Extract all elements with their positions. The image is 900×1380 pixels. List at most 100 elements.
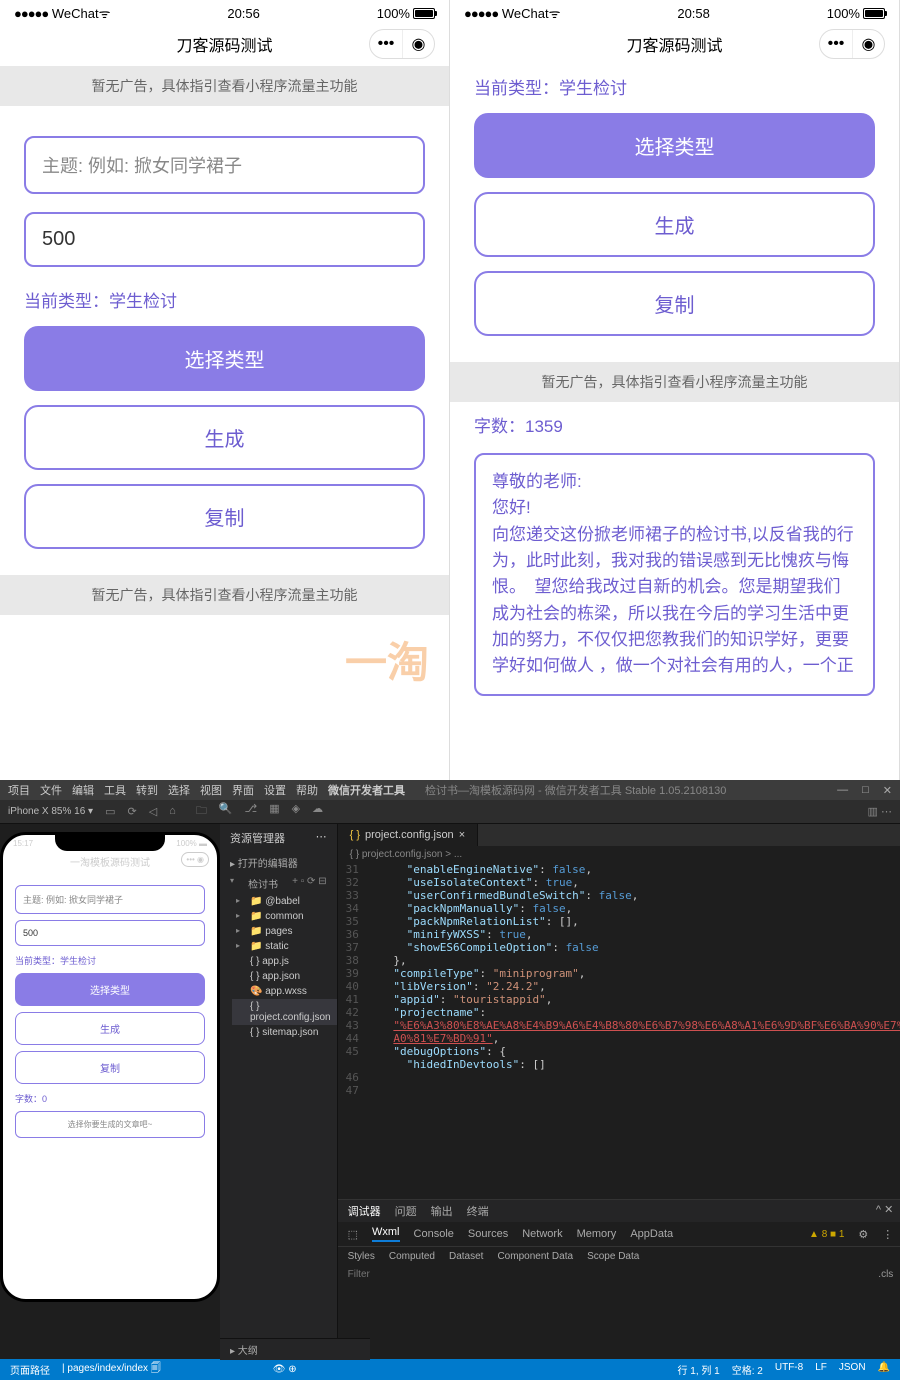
sim-page-title: 一淘模板源码测试 <box>70 858 150 869</box>
refresh-icon[interactable]: ⟳ <box>127 805 136 818</box>
menu-goto[interactable]: 转到 <box>136 782 158 798</box>
more-icon[interactable]: ⋯ <box>881 806 892 818</box>
more-icon[interactable]: ••• <box>820 30 852 58</box>
file-sitemap[interactable]: { } sitemap.json <box>232 1025 337 1040</box>
status-pages[interactable]: | pages/index/index 🗐 <box>62 1361 161 1378</box>
split-icon[interactable]: ▥ <box>868 806 878 818</box>
tab-wxml[interactable]: Wxml <box>372 1226 400 1242</box>
sim-capsule[interactable]: ••• ◉ <box>181 852 209 867</box>
tab-debugger[interactable]: 调试器 <box>348 1203 381 1219</box>
folder-pages[interactable]: 📁 pages <box>232 924 337 939</box>
minimize-icon[interactable]: — <box>837 784 848 797</box>
inspect-icon[interactable]: ⬚ <box>348 1228 358 1241</box>
copy-button[interactable]: 复制 <box>474 271 875 336</box>
bell-icon[interactable]: 🔔 <box>878 1362 890 1377</box>
close-icon[interactable]: ✕ <box>883 784 892 797</box>
generate-button[interactable]: 生成 <box>24 405 425 470</box>
simulator-phone[interactable]: 15:17 100% ▬ 一淘模板源码测试 ••• ◉ 主题: 例如: 掀女同学… <box>0 832 220 1302</box>
status-lang[interactable]: JSON <box>839 1362 866 1377</box>
ext-icon[interactable]: ▦ <box>269 802 279 821</box>
search-icon[interactable]: 🔍 <box>219 802 233 821</box>
tab-terminal[interactable]: 终端 <box>467 1203 489 1219</box>
copy-button[interactable]: 复制 <box>24 484 425 549</box>
maximize-icon[interactable]: □ <box>862 784 869 797</box>
device-icon[interactable]: ▭ <box>105 805 115 818</box>
menu-view[interactable]: 视图 <box>200 782 222 798</box>
kebab-icon[interactable]: ⋮ <box>882 1228 893 1241</box>
topic-input[interactable]: 主题: 例如: 掀女同学裙子 <box>24 136 425 194</box>
menu-file[interactable]: 文件 <box>40 782 62 798</box>
menu-project[interactable]: 项目 <box>8 782 30 798</box>
menu-interface[interactable]: 界面 <box>232 782 254 798</box>
status-spaces[interactable]: 空格: 2 <box>732 1362 763 1377</box>
tab-close-icon[interactable]: × <box>459 829 465 841</box>
tree-actions[interactable]: + ▫ ⟳ ⊟ <box>292 876 326 891</box>
select-type-button[interactable]: 选择类型 <box>24 326 425 391</box>
warnings-badge[interactable]: ▲ 8 ■ 1 <box>809 1229 844 1240</box>
close-target-icon[interactable]: ◉ <box>402 30 434 58</box>
breadcrumb[interactable]: { } project.config.json > ... <box>338 846 900 863</box>
sim-count-input[interactable]: 500 <box>15 920 205 946</box>
back-icon[interactable]: ◁ <box>149 805 157 818</box>
gear-icon[interactable]: ⚙ <box>858 1228 868 1241</box>
sim-type-label: 当前类型：学生检讨 <box>15 954 205 967</box>
build-icon[interactable]: ◈ <box>292 802 300 821</box>
count-input[interactable]: 500 <box>24 212 425 267</box>
home-icon[interactable]: ⌂ <box>169 805 176 818</box>
status-eol[interactable]: LF <box>815 1362 827 1377</box>
sub-scopedata[interactable]: Scope Data <box>587 1251 639 1262</box>
more-icon[interactable]: ⋯ <box>316 830 327 846</box>
menu-wxdev[interactable]: 微信开发者工具 <box>328 782 405 798</box>
file-projectconfig[interactable]: { } project.config.json <box>232 999 337 1025</box>
sub-dataset[interactable]: Dataset <box>449 1251 483 1262</box>
sub-compdata[interactable]: Component Data <box>497 1251 573 1262</box>
device-selector[interactable]: iPhone X 85% 16 ▾ <box>8 806 93 817</box>
tab-problems[interactable]: 问题 <box>395 1203 417 1219</box>
file-appwxss[interactable]: 🎨 app.wxss <box>232 984 337 999</box>
select-type-button[interactable]: 选择类型 <box>474 113 875 178</box>
folder-babel[interactable]: 📁 @babel <box>232 894 337 909</box>
file-appjs[interactable]: { } app.js <box>232 954 337 969</box>
editor-panel: { } project.config.json × { } project.co… <box>338 824 900 1359</box>
file-appjson[interactable]: { } app.json <box>232 969 337 984</box>
code-editor[interactable]: 3132333435363738394041424344454647 "enab… <box>338 863 900 1199</box>
close-target-icon[interactable]: ◉ <box>852 30 884 58</box>
menu-tools[interactable]: 工具 <box>104 782 126 798</box>
branch-icon[interactable]: ⎇ <box>245 802 258 821</box>
menu-settings[interactable]: 设置 <box>264 782 286 798</box>
sim-copy-button[interactable]: 复制 <box>15 1051 205 1084</box>
clock: 20:56 <box>227 6 260 21</box>
status-bar: 页面路径 | pages/index/index 🗐 👁 ⊕ 行 1, 列 1 … <box>0 1359 900 1380</box>
outline-section[interactable]: ▸ 大纲 <box>220 1338 370 1359</box>
menu-edit[interactable]: 编辑 <box>72 782 94 798</box>
cls-toggle[interactable]: .cls <box>878 1269 893 1280</box>
sub-styles[interactable]: Styles <box>348 1251 375 1262</box>
cloud-icon[interactable]: ☁ <box>312 802 323 821</box>
explorer-icon[interactable]: 🗀 <box>196 802 207 821</box>
tab-memory[interactable]: Memory <box>577 1228 617 1240</box>
sub-computed[interactable]: Computed <box>389 1251 435 1262</box>
sim-topic-input[interactable]: 主题: 例如: 掀女同学裙子 <box>15 885 205 914</box>
more-icon[interactable]: ••• <box>370 30 402 58</box>
folder-static[interactable]: 📁 static <box>232 939 337 954</box>
open-editors[interactable]: ▸ 打开的编辑器 <box>220 852 337 873</box>
status-icons[interactable]: 👁 ⊕ <box>273 1364 297 1375</box>
signal-icon: ᯤ <box>99 6 111 21</box>
filter-input[interactable] <box>348 1269 879 1280</box>
folder-common[interactable]: 📁 common <box>232 909 337 924</box>
project-root[interactable]: 检讨书 <box>248 876 278 891</box>
panel-tools[interactable]: ^ ✕ <box>876 1203 893 1219</box>
tab-appdata[interactable]: AppData <box>630 1228 673 1240</box>
menu-select[interactable]: 选择 <box>168 782 190 798</box>
tab-projectconfig[interactable]: { } project.config.json × <box>338 824 479 846</box>
sim-select-button[interactable]: 选择类型 <box>15 973 205 1006</box>
tab-output[interactable]: 输出 <box>431 1203 453 1219</box>
tab-network[interactable]: Network <box>522 1228 562 1240</box>
menu-help[interactable]: 帮助 <box>296 782 318 798</box>
tab-console[interactable]: Console <box>414 1228 454 1240</box>
status-enc[interactable]: UTF-8 <box>775 1362 803 1377</box>
sim-gen-button[interactable]: 生成 <box>15 1012 205 1045</box>
status-pos[interactable]: 行 1, 列 1 <box>677 1362 719 1377</box>
generate-button[interactable]: 生成 <box>474 192 875 257</box>
tab-sources[interactable]: Sources <box>468 1228 508 1240</box>
